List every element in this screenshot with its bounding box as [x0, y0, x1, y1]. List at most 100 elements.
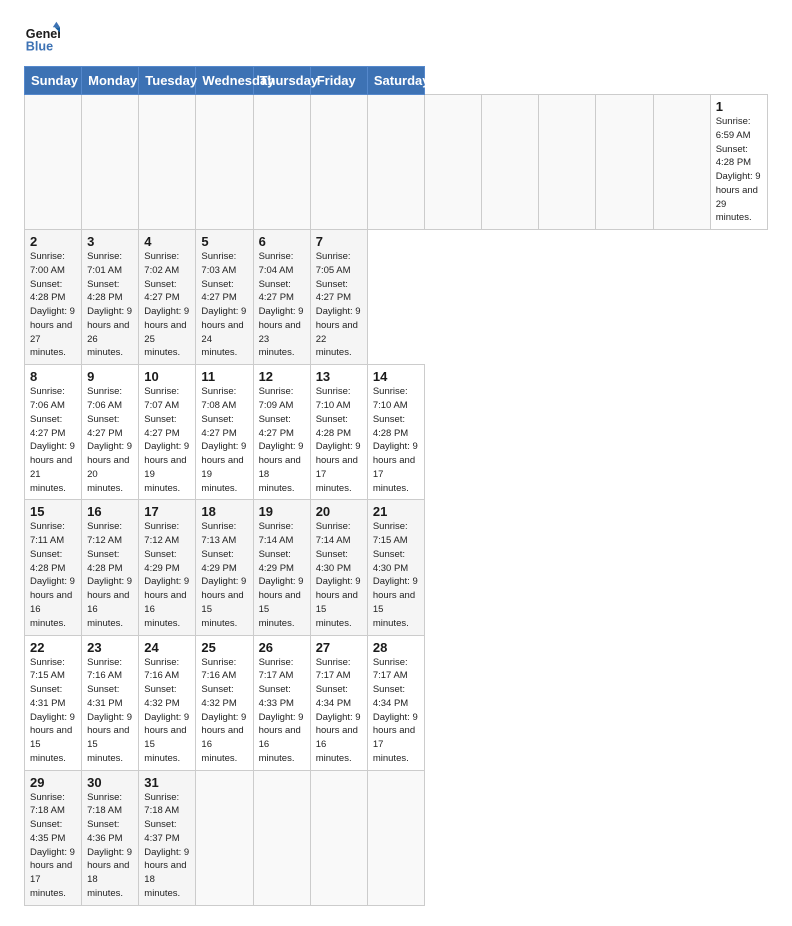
day-number: 31	[144, 775, 190, 790]
day-info: Sunrise: 7:05 AMSunset: 4:27 PMDaylight:…	[316, 250, 362, 360]
day-cell-20: 20Sunrise: 7:14 AMSunset: 4:30 PMDayligh…	[310, 500, 367, 635]
empty-cell	[424, 95, 481, 230]
day-info: Sunrise: 7:08 AMSunset: 4:27 PMDaylight:…	[201, 385, 247, 495]
calendar-table: SundayMondayTuesdayWednesdayThursdayFrid…	[24, 66, 768, 906]
day-cell-30: 30Sunrise: 7:18 AMSunset: 4:36 PMDayligh…	[82, 770, 139, 905]
calendar-week-2: 2Sunrise: 7:00 AMSunset: 4:28 PMDaylight…	[25, 230, 768, 365]
empty-cell	[539, 95, 596, 230]
day-cell-4: 4Sunrise: 7:02 AMSunset: 4:27 PMDaylight…	[139, 230, 196, 365]
day-cell-13: 13Sunrise: 7:10 AMSunset: 4:28 PMDayligh…	[310, 365, 367, 500]
day-info: Sunrise: 7:12 AMSunset: 4:29 PMDaylight:…	[144, 520, 190, 630]
day-info: Sunrise: 7:07 AMSunset: 4:27 PMDaylight:…	[144, 385, 190, 495]
day-info: Sunrise: 7:17 AMSunset: 4:34 PMDaylight:…	[373, 656, 419, 766]
page-header: General Blue	[24, 20, 768, 56]
day-number: 18	[201, 504, 247, 519]
day-number: 8	[30, 369, 76, 384]
calendar-week-6: 29Sunrise: 7:18 AMSunset: 4:35 PMDayligh…	[25, 770, 768, 905]
day-cell-1: 1Sunrise: 6:59 AMSunset: 4:28 PMDaylight…	[710, 95, 767, 230]
day-info: Sunrise: 7:02 AMSunset: 4:27 PMDaylight:…	[144, 250, 190, 360]
day-number: 12	[259, 369, 305, 384]
day-info: Sunrise: 7:18 AMSunset: 4:37 PMDaylight:…	[144, 791, 190, 901]
day-info: Sunrise: 7:14 AMSunset: 4:29 PMDaylight:…	[259, 520, 305, 630]
day-number: 25	[201, 640, 247, 655]
day-info: Sunrise: 7:10 AMSunset: 4:28 PMDaylight:…	[373, 385, 419, 495]
day-info: Sunrise: 7:03 AMSunset: 4:27 PMDaylight:…	[201, 250, 247, 360]
day-cell-16: 16Sunrise: 7:12 AMSunset: 4:28 PMDayligh…	[82, 500, 139, 635]
day-number: 26	[259, 640, 305, 655]
day-cell-7: 7Sunrise: 7:05 AMSunset: 4:27 PMDaylight…	[310, 230, 367, 365]
day-number: 6	[259, 234, 305, 249]
day-cell-9: 9Sunrise: 7:06 AMSunset: 4:27 PMDaylight…	[82, 365, 139, 500]
empty-cell	[367, 95, 424, 230]
empty-cell	[482, 95, 539, 230]
day-info: Sunrise: 7:16 AMSunset: 4:32 PMDaylight:…	[201, 656, 247, 766]
day-info: Sunrise: 7:13 AMSunset: 4:29 PMDaylight:…	[201, 520, 247, 630]
day-number: 15	[30, 504, 76, 519]
weekday-header-row: SundayMondayTuesdayWednesdayThursdayFrid…	[25, 67, 768, 95]
day-cell-15: 15Sunrise: 7:11 AMSunset: 4:28 PMDayligh…	[25, 500, 82, 635]
day-number: 1	[716, 99, 762, 114]
day-info: Sunrise: 7:06 AMSunset: 4:27 PMDaylight:…	[87, 385, 133, 495]
day-cell-11: 11Sunrise: 7:08 AMSunset: 4:27 PMDayligh…	[196, 365, 253, 500]
day-number: 16	[87, 504, 133, 519]
day-cell-10: 10Sunrise: 7:07 AMSunset: 4:27 PMDayligh…	[139, 365, 196, 500]
day-info: Sunrise: 7:14 AMSunset: 4:30 PMDaylight:…	[316, 520, 362, 630]
day-info: Sunrise: 7:16 AMSunset: 4:32 PMDaylight:…	[144, 656, 190, 766]
svg-text:Blue: Blue	[26, 40, 53, 54]
day-number: 13	[316, 369, 362, 384]
day-number: 10	[144, 369, 190, 384]
weekday-header-monday: Monday	[82, 67, 139, 95]
day-cell-14: 14Sunrise: 7:10 AMSunset: 4:28 PMDayligh…	[367, 365, 424, 500]
day-cell-24: 24Sunrise: 7:16 AMSunset: 4:32 PMDayligh…	[139, 635, 196, 770]
weekday-header-sunday: Sunday	[25, 67, 82, 95]
day-number: 29	[30, 775, 76, 790]
calendar-week-5: 22Sunrise: 7:15 AMSunset: 4:31 PMDayligh…	[25, 635, 768, 770]
day-number: 23	[87, 640, 133, 655]
day-cell-27: 27Sunrise: 7:17 AMSunset: 4:34 PMDayligh…	[310, 635, 367, 770]
empty-cell	[310, 770, 367, 905]
weekday-header-wednesday: Wednesday	[196, 67, 253, 95]
day-cell-22: 22Sunrise: 7:15 AMSunset: 4:31 PMDayligh…	[25, 635, 82, 770]
day-number: 22	[30, 640, 76, 655]
day-cell-29: 29Sunrise: 7:18 AMSunset: 4:35 PMDayligh…	[25, 770, 82, 905]
day-info: Sunrise: 7:18 AMSunset: 4:35 PMDaylight:…	[30, 791, 76, 901]
day-number: 19	[259, 504, 305, 519]
day-cell-19: 19Sunrise: 7:14 AMSunset: 4:29 PMDayligh…	[253, 500, 310, 635]
day-number: 21	[373, 504, 419, 519]
day-info: Sunrise: 7:15 AMSunset: 4:31 PMDaylight:…	[30, 656, 76, 766]
day-info: Sunrise: 7:04 AMSunset: 4:27 PMDaylight:…	[259, 250, 305, 360]
logo: General Blue	[24, 20, 64, 56]
empty-cell	[367, 770, 424, 905]
calendar-week-1: 1Sunrise: 6:59 AMSunset: 4:28 PMDaylight…	[25, 95, 768, 230]
day-number: 9	[87, 369, 133, 384]
weekday-header-thursday: Thursday	[253, 67, 310, 95]
empty-cell	[139, 95, 196, 230]
empty-cell	[82, 95, 139, 230]
day-number: 27	[316, 640, 362, 655]
day-cell-23: 23Sunrise: 7:16 AMSunset: 4:31 PMDayligh…	[82, 635, 139, 770]
day-cell-21: 21Sunrise: 7:15 AMSunset: 4:30 PMDayligh…	[367, 500, 424, 635]
calendar-week-4: 15Sunrise: 7:11 AMSunset: 4:28 PMDayligh…	[25, 500, 768, 635]
weekday-header-saturday: Saturday	[367, 67, 424, 95]
day-info: Sunrise: 7:11 AMSunset: 4:28 PMDaylight:…	[30, 520, 76, 630]
day-info: Sunrise: 7:17 AMSunset: 4:34 PMDaylight:…	[316, 656, 362, 766]
day-info: Sunrise: 7:06 AMSunset: 4:27 PMDaylight:…	[30, 385, 76, 495]
day-number: 7	[316, 234, 362, 249]
day-cell-5: 5Sunrise: 7:03 AMSunset: 4:27 PMDaylight…	[196, 230, 253, 365]
day-cell-12: 12Sunrise: 7:09 AMSunset: 4:27 PMDayligh…	[253, 365, 310, 500]
day-cell-31: 31Sunrise: 7:18 AMSunset: 4:37 PMDayligh…	[139, 770, 196, 905]
day-info: Sunrise: 7:16 AMSunset: 4:31 PMDaylight:…	[87, 656, 133, 766]
day-info: Sunrise: 7:09 AMSunset: 4:27 PMDaylight:…	[259, 385, 305, 495]
day-number: 24	[144, 640, 190, 655]
empty-cell	[253, 770, 310, 905]
day-number: 28	[373, 640, 419, 655]
day-number: 30	[87, 775, 133, 790]
day-cell-2: 2Sunrise: 7:00 AMSunset: 4:28 PMDaylight…	[25, 230, 82, 365]
day-info: Sunrise: 6:59 AMSunset: 4:28 PMDaylight:…	[716, 115, 762, 225]
day-number: 14	[373, 369, 419, 384]
day-info: Sunrise: 7:17 AMSunset: 4:33 PMDaylight:…	[259, 656, 305, 766]
day-info: Sunrise: 7:10 AMSunset: 4:28 PMDaylight:…	[316, 385, 362, 495]
day-number: 2	[30, 234, 76, 249]
day-number: 11	[201, 369, 247, 384]
day-cell-28: 28Sunrise: 7:17 AMSunset: 4:34 PMDayligh…	[367, 635, 424, 770]
